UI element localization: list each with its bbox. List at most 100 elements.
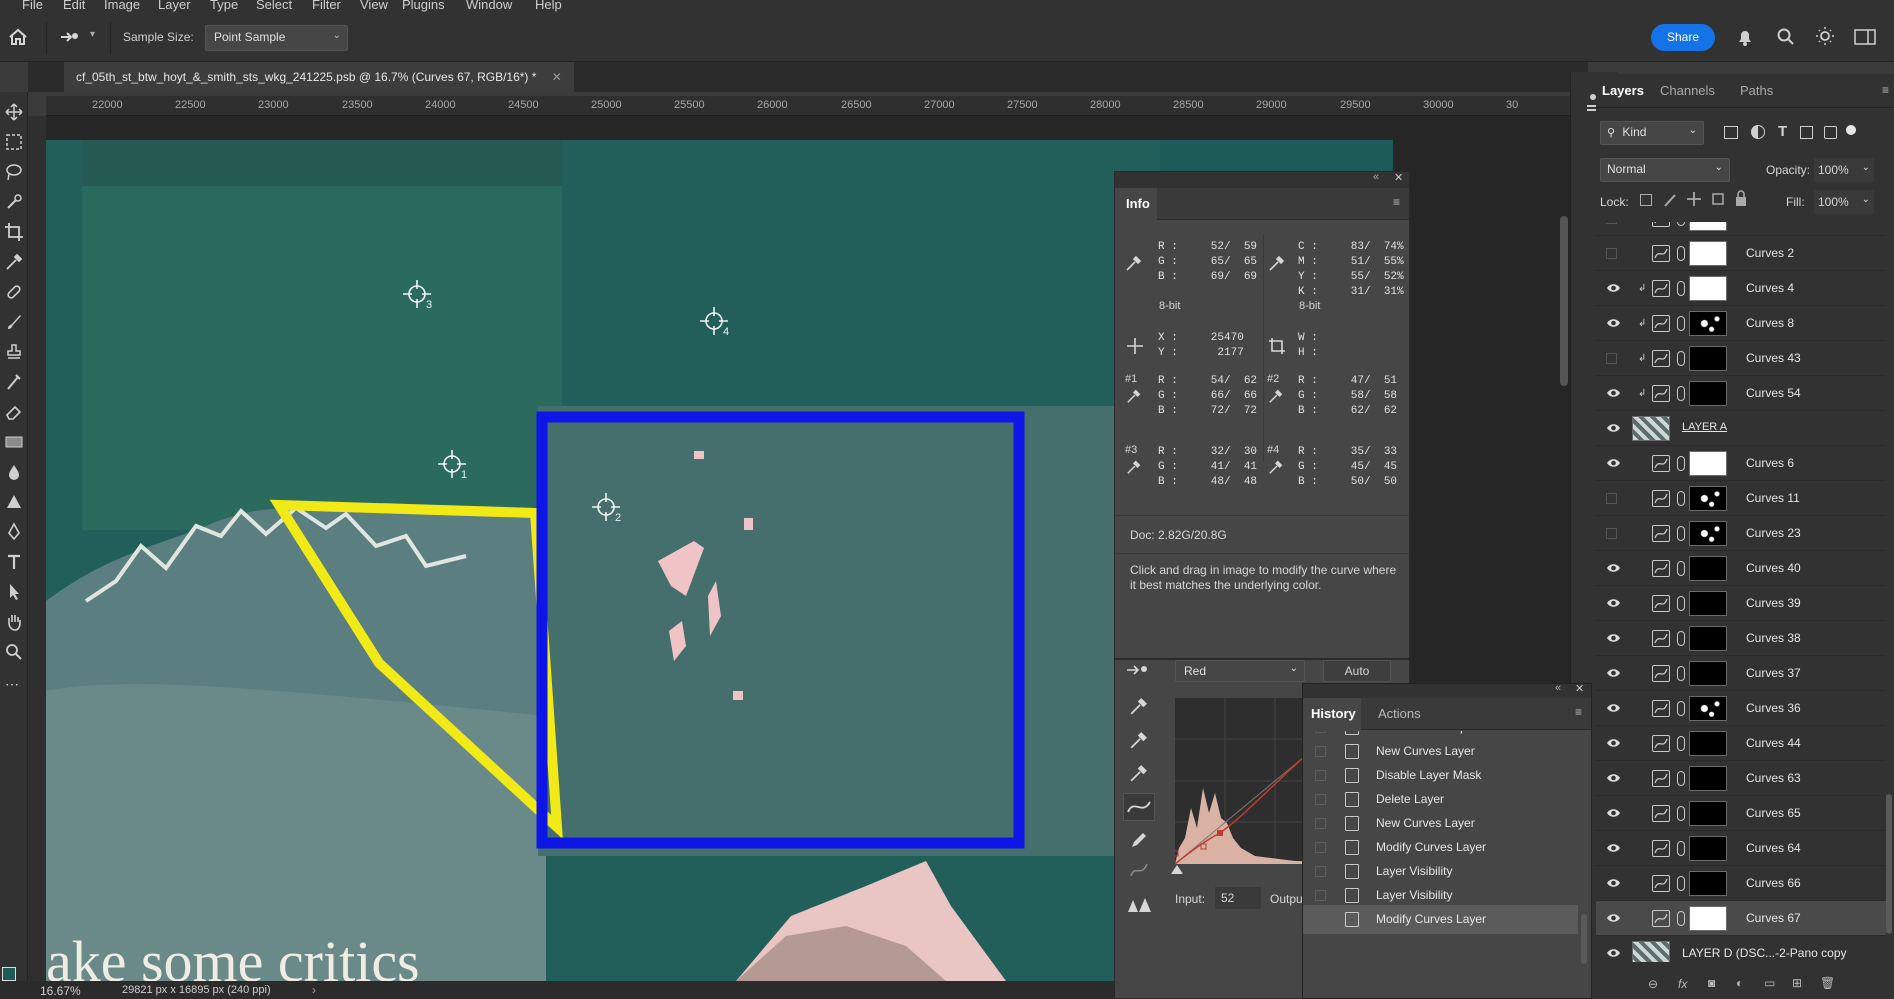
layer-row[interactable]: ↲ Curves 54 (1596, 376, 1886, 411)
tab-info[interactable]: Info (1115, 188, 1157, 220)
menu-view[interactable]: View (360, 0, 388, 12)
quick-selection-tool-icon[interactable] (4, 192, 24, 212)
blur-tool-icon[interactable] (4, 462, 24, 482)
smooth-icon[interactable] (1129, 860, 1149, 880)
layer-row[interactable]: Curves 64 (1596, 831, 1886, 866)
type-tool-icon[interactable] (4, 552, 24, 572)
layer-row[interactable]: Curves 39 (1596, 586, 1886, 621)
tab-layers[interactable]: Layers (1602, 83, 1644, 98)
layer-row[interactable]: Curves 11 (1596, 481, 1886, 516)
bell-icon[interactable] (1736, 27, 1754, 47)
layer-row[interactable]: ↲ Curves 8 (1596, 306, 1886, 341)
mask-link-icon[interactable] (1677, 911, 1685, 926)
eye-icon[interactable] (1606, 632, 1621, 644)
input-field[interactable]: 52 (1215, 887, 1261, 909)
link-layers-icon[interactable]: ⊖ (1648, 977, 1658, 991)
eye-hidden-icon[interactable] (1606, 222, 1621, 224)
history-snapshot-checkbox[interactable] (1315, 890, 1326, 901)
history-snapshot-checkbox[interactable] (1315, 746, 1326, 757)
eye-icon[interactable] (1606, 947, 1621, 959)
mask-link-icon[interactable] (1677, 222, 1685, 226)
filter-type-icon[interactable]: T (1778, 123, 1787, 140)
lock-artboard-icon[interactable] (1710, 191, 1726, 207)
mask-link-icon[interactable] (1677, 351, 1685, 366)
canvas-vertical-scrollbar[interactable] (1560, 216, 1568, 386)
eye-icon[interactable] (1606, 807, 1621, 819)
history-item[interactable]: Modify Curves Layer (1303, 905, 1578, 934)
layer-mask-thumbnail[interactable] (1689, 451, 1727, 476)
mask-link-icon[interactable] (1677, 491, 1685, 506)
close-icon[interactable]: ✕ (552, 70, 562, 84)
mask-link-icon[interactable] (1677, 456, 1685, 471)
layer-row[interactable]: Curves 63 (1596, 761, 1886, 796)
collapse-icon[interactable]: « (1373, 171, 1379, 183)
black-point-eyedropper-icon[interactable] (1129, 696, 1149, 716)
filter-pixel-icon[interactable] (1724, 126, 1738, 139)
layer-mask-thumbnail[interactable] (1689, 521, 1727, 546)
mask-link-icon[interactable] (1677, 246, 1685, 261)
layer-row[interactable]: Curves 67 (1596, 901, 1886, 936)
layer-row[interactable]: Curves 2 (1596, 236, 1886, 271)
mask-link-icon[interactable] (1677, 386, 1685, 401)
sample-size-dropdown[interactable]: Point Sample ⌄ (205, 25, 348, 51)
delete-layer-icon[interactable]: 🗑 (1820, 976, 1835, 990)
zoom-level[interactable]: 16.67% (40, 984, 81, 998)
layer-mask-thumbnail[interactable] (1689, 276, 1727, 301)
panel-menu-icon[interactable]: ≡ (1882, 83, 1889, 97)
ellipsis-icon[interactable]: ⋯ (5, 676, 19, 693)
fx-icon[interactable]: fx (1678, 977, 1687, 991)
layer-mask-thumbnail[interactable] (1689, 346, 1727, 371)
eye-icon[interactable] (1606, 422, 1621, 434)
layer-row[interactable]: Curves 23 (1596, 516, 1886, 551)
home-icon[interactable] (8, 28, 28, 46)
filter-toggle-icon[interactable] (1846, 125, 1856, 135)
clone-stamp-tool-icon[interactable] (4, 342, 24, 362)
mask-link-icon[interactable] (1677, 666, 1685, 681)
layer-row[interactable]: ↲ Curves 43 (1596, 341, 1886, 376)
eye-icon[interactable] (1606, 282, 1621, 294)
filter-smart-object-icon[interactable] (1824, 126, 1837, 139)
clipping-warning-icon[interactable] (1127, 896, 1153, 914)
lock-paint-icon[interactable] (1662, 192, 1678, 208)
layer-thumbnail[interactable] (1632, 941, 1670, 962)
eye-icon[interactable] (1606, 317, 1621, 329)
lock-transparent-icon[interactable] (1640, 194, 1652, 206)
color-sampler-tool-icon[interactable] (58, 28, 84, 46)
input-black-slider[interactable] (1171, 865, 1183, 874)
filter-shape-icon[interactable] (1800, 126, 1813, 139)
eye-icon[interactable] (1606, 877, 1621, 889)
pencil-icon[interactable] (1129, 830, 1149, 850)
layer-row[interactable]: Curves 66 (1596, 866, 1886, 901)
adjustment-layer-icon[interactable]: ◐ (1736, 976, 1743, 990)
new-layer-icon[interactable]: ⊞ (1792, 976, 1802, 990)
white-point-eyedropper-icon[interactable] (1129, 763, 1149, 783)
layer-mask-thumbnail[interactable] (1689, 241, 1727, 266)
close-icon[interactable]: ✕ (1575, 682, 1584, 695)
history-snapshot-checkbox[interactable] (1315, 731, 1326, 733)
history-snapshot-checkbox[interactable] (1315, 770, 1326, 781)
layer-mask-thumbnail[interactable] (1689, 556, 1727, 581)
mask-link-icon[interactable] (1677, 281, 1685, 296)
layer-mask-thumbnail[interactable] (1689, 871, 1727, 896)
layer-filter-kind[interactable]: ⚲ Kind ⌄ (1600, 121, 1704, 145)
eye-icon[interactable] (1606, 842, 1621, 854)
auto-button[interactable]: Auto (1323, 660, 1391, 682)
layer-row[interactable]: Curves 40 (1596, 551, 1886, 586)
gradient-tool-icon[interactable] (4, 432, 24, 452)
chevron-right-icon[interactable]: › (312, 983, 316, 997)
panel-menu-icon[interactable]: ≡ (1393, 195, 1400, 209)
menu-layer[interactable]: Layer (158, 0, 191, 12)
mask-link-icon[interactable] (1677, 806, 1685, 821)
history-snapshot-checkbox[interactable] (1315, 818, 1326, 829)
mask-link-icon[interactable] (1677, 631, 1685, 646)
foreground-color-swatch[interactable] (2, 967, 16, 981)
menu-image[interactable]: Image (104, 0, 140, 12)
layer-mask-thumbnail[interactable] (1689, 801, 1727, 826)
layer-thumbnail[interactable] (1632, 416, 1670, 441)
blend-mode-dropdown[interactable]: Normal ⌄ (1600, 158, 1730, 182)
menu-select[interactable]: Select (256, 0, 292, 12)
mask-link-icon[interactable] (1677, 526, 1685, 541)
hand-tool-icon[interactable] (4, 612, 24, 632)
channel-dropdown[interactable]: Red ⌄ (1175, 660, 1305, 682)
search-icon[interactable] (1777, 28, 1795, 46)
